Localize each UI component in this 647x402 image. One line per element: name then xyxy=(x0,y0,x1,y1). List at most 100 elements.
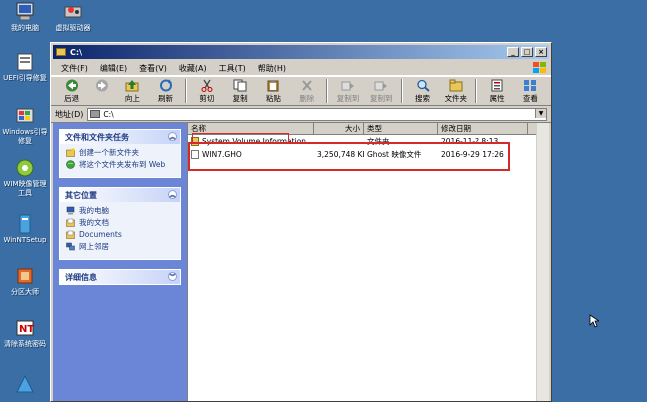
column-date[interactable]: 修改日期 xyxy=(438,123,528,134)
file-tasks-panel: 文件和文件夹任务 ︽ 创建一个新文件夹 将这个文件夹发布到 Web xyxy=(59,129,181,178)
up-button[interactable]: 向上 xyxy=(116,79,149,104)
scissors-icon xyxy=(201,79,213,92)
address-bar: 地址(D) C:\ ▼ xyxy=(51,106,551,123)
menu-tools[interactable]: 工具(T) xyxy=(213,63,252,74)
menu-favorites[interactable]: 收藏(A) xyxy=(173,63,213,74)
vertical-scrollbar[interactable] xyxy=(536,123,549,401)
search-icon xyxy=(416,79,430,92)
desktop-icon-partial[interactable] xyxy=(0,374,50,396)
highlight-box-row xyxy=(188,142,510,171)
desktop-icon-label: 分区大师 xyxy=(11,288,39,296)
windows-logo-icon xyxy=(533,62,547,74)
partition-icon xyxy=(14,266,36,286)
address-input[interactable]: C:\ ▼ xyxy=(87,107,547,121)
column-type[interactable]: 类型 xyxy=(364,123,438,134)
desktop-icon-label: 虚拟驱动器 xyxy=(55,24,91,32)
copy-to-button[interactable]: 复制到 xyxy=(331,79,364,104)
properties-icon xyxy=(491,79,503,92)
menu-help[interactable]: 帮助(H) xyxy=(252,63,292,74)
menu-view[interactable]: 查看(V) xyxy=(133,63,173,74)
place-documents[interactable]: Documents xyxy=(66,230,175,239)
desktop-icon-label: UEFI引导修复 xyxy=(3,74,47,82)
chevron-down-icon[interactable]: ︾ xyxy=(168,272,177,281)
search-label: 搜索 xyxy=(415,94,431,103)
toolbar-separator xyxy=(475,79,478,103)
move-to-label: 复制到 xyxy=(370,94,393,103)
desktop-icon-partition-master[interactable]: 分区大师 xyxy=(0,266,50,297)
back-label: 后退 xyxy=(64,94,80,103)
folders-icon xyxy=(449,79,463,92)
properties-button[interactable]: 属性 xyxy=(480,79,513,104)
forward-button[interactable] xyxy=(88,79,115,93)
repair-icon xyxy=(14,52,36,72)
desktop-icon-winntsetup[interactable]: WinNTSetup xyxy=(0,214,50,245)
copy-button[interactable]: 复制 xyxy=(224,79,257,104)
title-bar[interactable]: C:\ _ □ × xyxy=(53,45,549,59)
cut-button[interactable]: 剪切 xyxy=(190,79,223,104)
file-tasks-header[interactable]: 文件和文件夹任务 ︽ xyxy=(60,130,180,144)
details-panel: 详细信息 ︾ xyxy=(59,269,181,285)
desktop-icon-windows-boot-repair[interactable]: Windows引导修复 xyxy=(0,106,50,146)
refresh-button[interactable]: 刷新 xyxy=(149,79,182,104)
details-header[interactable]: 详细信息 ︾ xyxy=(60,270,180,284)
publish-web-label: 将这个文件夹发布到 Web xyxy=(79,160,166,169)
delete-label: 删除 xyxy=(299,94,315,103)
close-button[interactable]: × xyxy=(535,47,547,57)
up-folder-icon xyxy=(125,80,139,92)
desktop-icon-wim-manager[interactable]: WIM映像管理工具 xyxy=(0,158,50,198)
file-tasks-title: 文件和文件夹任务 xyxy=(65,132,129,142)
computer-icon xyxy=(66,206,75,215)
svg-text:NT: NT xyxy=(19,324,34,335)
toolbar-separator xyxy=(185,79,188,103)
back-arrow-icon xyxy=(65,79,78,92)
maximize-button[interactable]: □ xyxy=(521,47,533,57)
place-label: 我的电脑 xyxy=(79,206,109,215)
back-button[interactable]: 后退 xyxy=(55,79,88,104)
address-dropdown-button[interactable]: ▼ xyxy=(535,108,546,118)
clipboard-icon xyxy=(267,80,279,92)
address-label: 地址(D) xyxy=(55,109,84,119)
delete-button[interactable]: 删除 xyxy=(290,79,323,104)
toolbar-separator xyxy=(400,79,403,103)
copy-to-label: 复制到 xyxy=(336,94,360,103)
desktop-icon-virtual-drive[interactable]: 虚拟驱动器 xyxy=(48,2,98,33)
place-network[interactable]: 网上邻居 xyxy=(66,242,175,251)
views-button[interactable]: 查看 xyxy=(514,79,547,104)
toolbar: 后退 向上 刷新 剪切 复制 粘贴 删除 复制到 复制到 搜索 文件夹 属性 查… xyxy=(51,76,551,106)
other-places-header[interactable]: 其它位置 ︽ xyxy=(60,188,180,202)
publish-web-link[interactable]: 将这个文件夹发布到 Web xyxy=(66,160,175,169)
paste-button[interactable]: 粘贴 xyxy=(257,79,290,104)
new-folder-label: 创建一个新文件夹 xyxy=(79,148,139,157)
details-title: 详细信息 xyxy=(65,272,97,282)
paste-label: 粘贴 xyxy=(265,94,281,103)
copy-icon xyxy=(233,79,247,92)
place-my-computer[interactable]: 我的电脑 xyxy=(66,206,175,215)
desktop-icon-clear-password[interactable]: NT 清除系统密码 xyxy=(0,318,50,349)
chevron-up-icon[interactable]: ︽ xyxy=(168,190,177,199)
cut-label: 剪切 xyxy=(199,94,215,103)
wim-icon xyxy=(14,158,36,178)
folders-button[interactable]: 文件夹 xyxy=(439,79,472,104)
menu-edit[interactable]: 编辑(E) xyxy=(94,63,133,74)
documents-folder-icon xyxy=(66,230,75,239)
column-size[interactable]: 大小 xyxy=(314,123,364,134)
place-my-documents[interactable]: 我的文档 xyxy=(66,218,175,227)
menu-file[interactable]: 文件(F) xyxy=(55,63,94,74)
window-title: C:\ xyxy=(70,47,82,57)
minimize-button[interactable]: _ xyxy=(507,47,519,57)
copy-to-icon xyxy=(341,81,354,91)
new-folder-icon xyxy=(66,148,75,157)
search-button[interactable]: 搜索 xyxy=(406,79,439,104)
place-label: Documents xyxy=(79,230,122,239)
desktop-icon-my-computer[interactable]: 我的电脑 xyxy=(0,2,50,33)
documents-folder-icon xyxy=(66,218,75,227)
globe-icon xyxy=(66,160,75,169)
move-to-button[interactable]: 复制到 xyxy=(365,79,398,104)
new-folder-link[interactable]: 创建一个新文件夹 xyxy=(66,148,175,157)
drive-icon xyxy=(62,2,84,22)
refresh-label: 刷新 xyxy=(158,94,174,103)
delete-icon xyxy=(301,80,312,91)
chevron-up-icon[interactable]: ︽ xyxy=(168,132,177,141)
desktop-icon-uefi-repair[interactable]: UEFI引导修复 xyxy=(0,52,50,83)
refresh-icon xyxy=(159,79,172,92)
